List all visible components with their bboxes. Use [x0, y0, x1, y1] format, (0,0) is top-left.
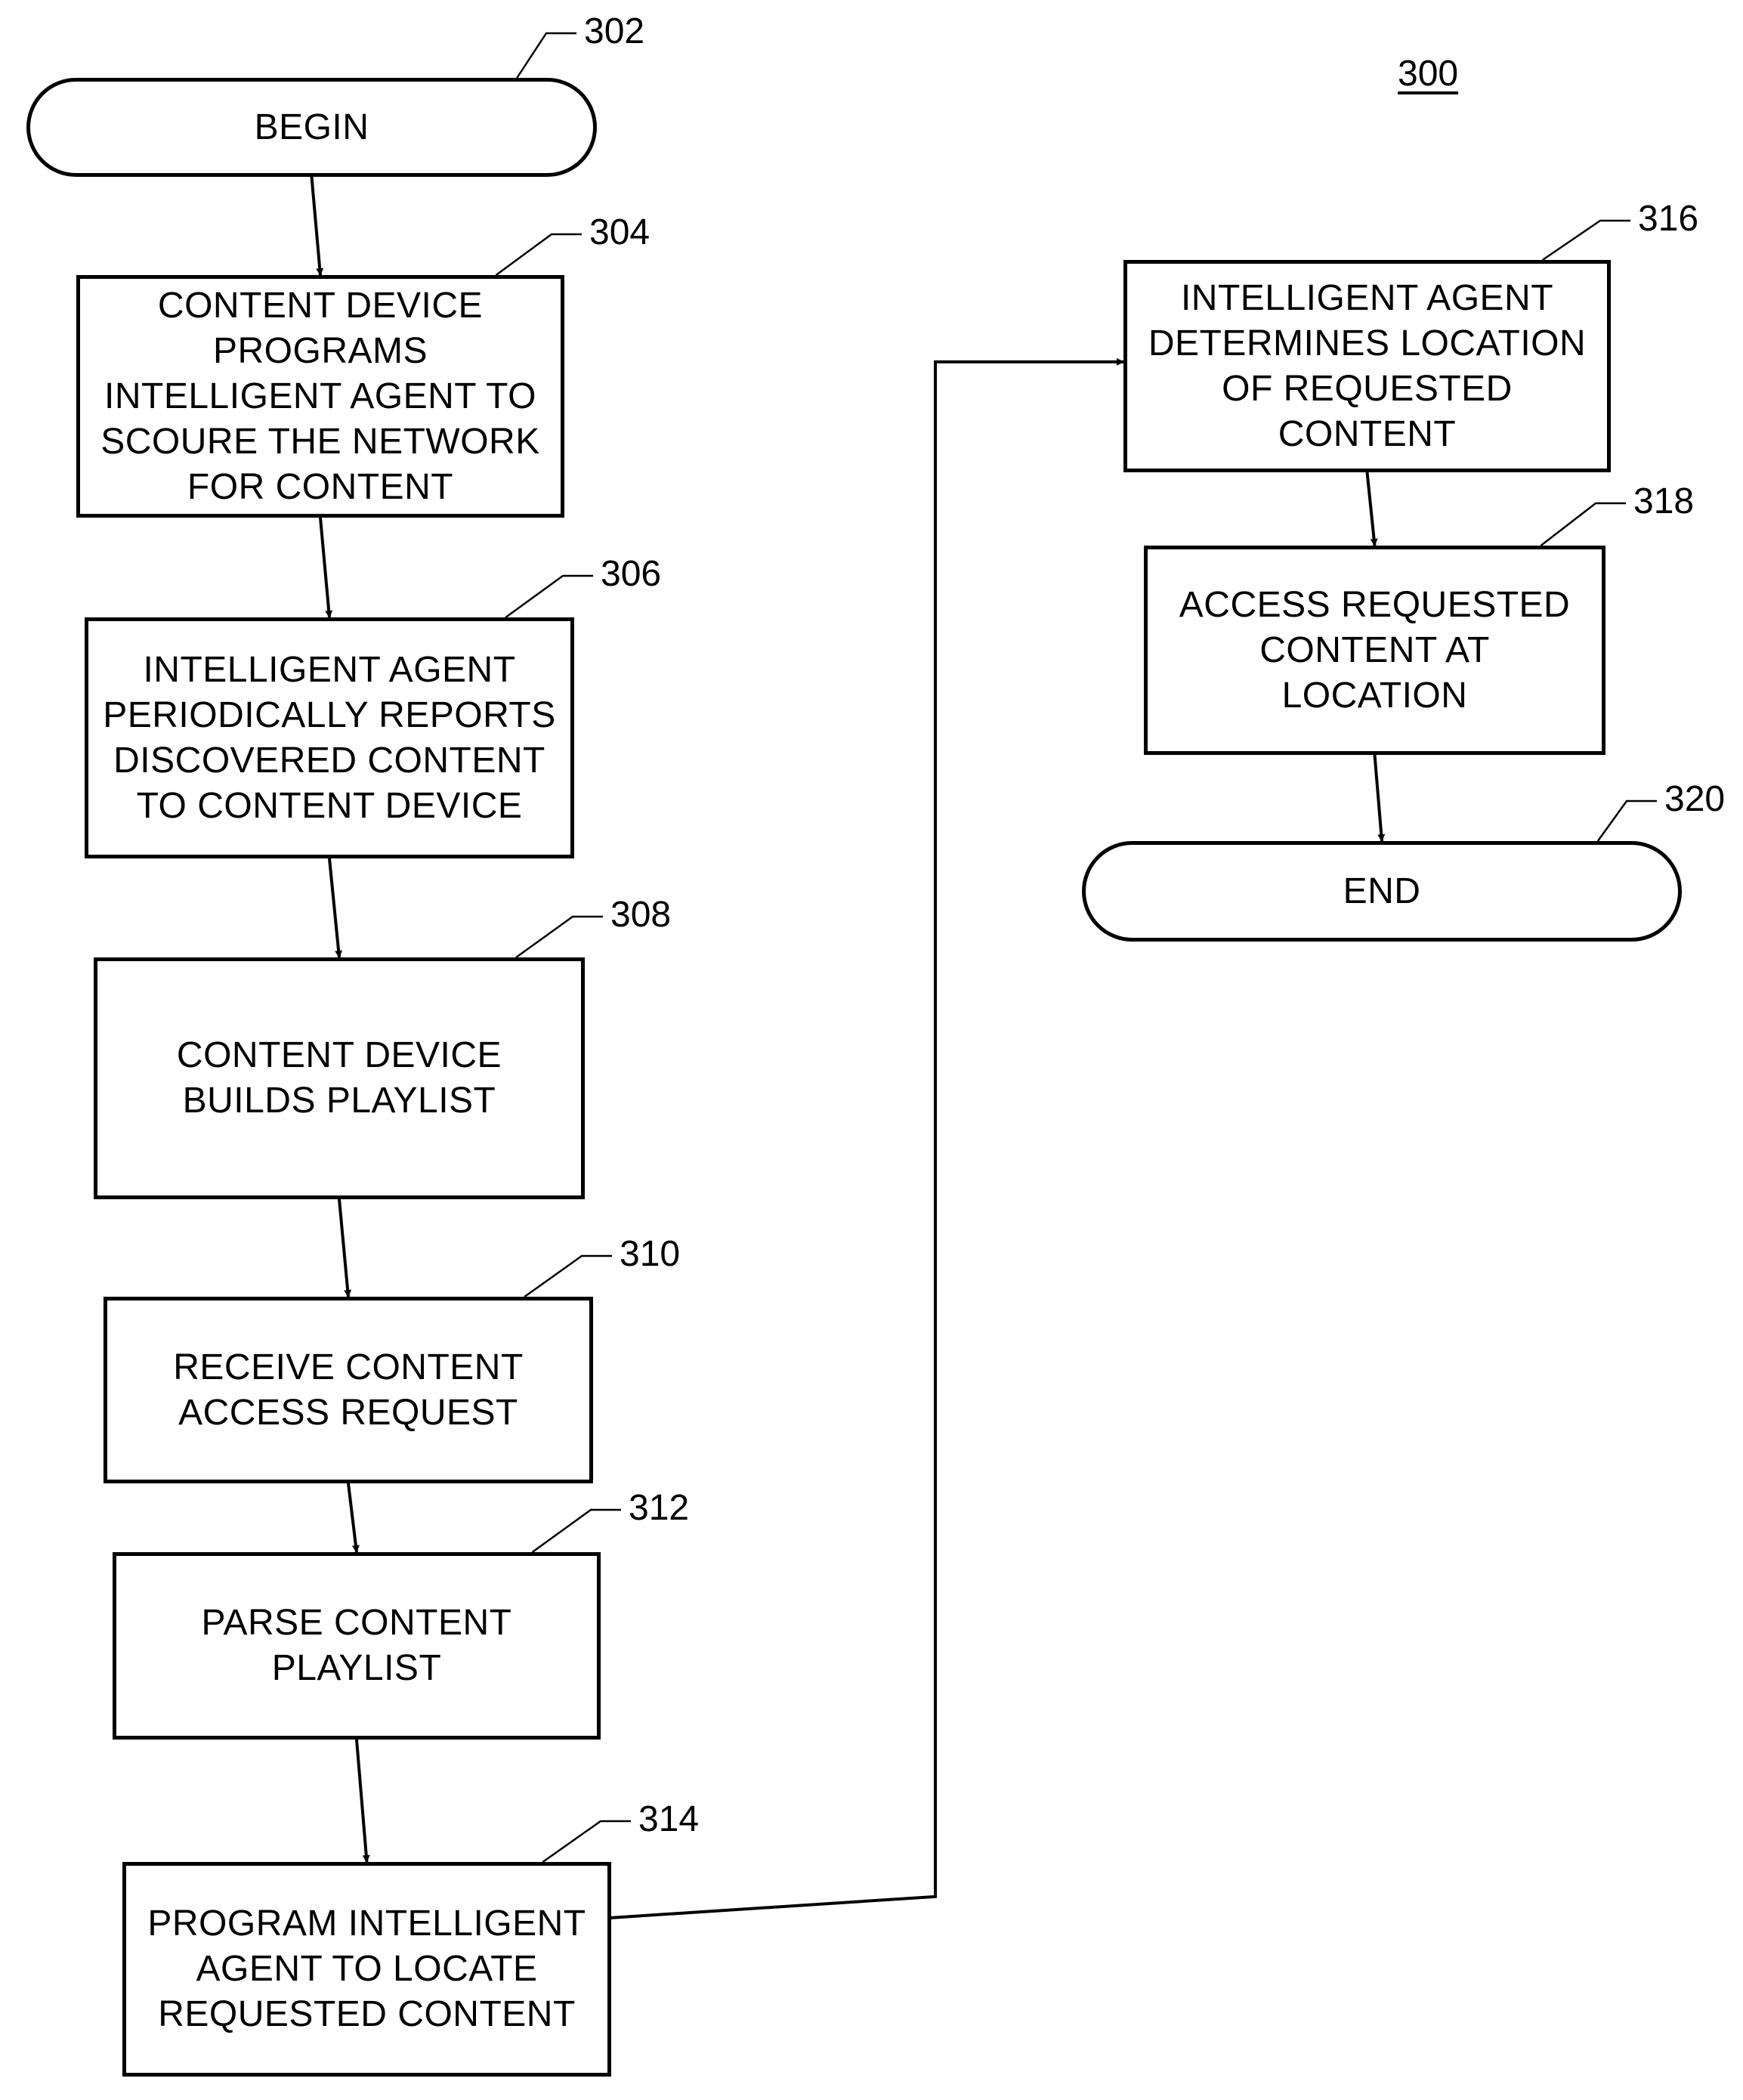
leader-line-304 — [495, 233, 582, 277]
arrow-318-to-320 — [1373, 754, 1386, 842]
node-label: INTELLIGENT AGENT DETERMINES LOCATION OF… — [1148, 277, 1587, 454]
ref-label-310: 310 — [620, 1234, 681, 1274]
arrow-308-to-310 — [338, 1198, 352, 1297]
leader-line-306 — [505, 574, 593, 619]
arrow-316-to-318 — [1365, 472, 1378, 546]
node-label: END — [1343, 871, 1421, 911]
arrow-312-to-314 — [355, 1739, 370, 1863]
node-label: BEGIN — [254, 107, 369, 147]
leader-line-318 — [1540, 502, 1626, 546]
figure-number: 300 — [1398, 54, 1459, 94]
step-parse-playlist-box: PARSE CONTENT PLAYLIST — [113, 1552, 601, 1740]
ref-label-318: 318 — [1633, 481, 1695, 521]
end-terminal: END — [1082, 841, 1682, 942]
leader-line-302 — [516, 32, 576, 79]
begin-terminal: BEGIN — [26, 78, 597, 177]
ref-label-308: 308 — [610, 895, 672, 935]
leader-line-316 — [1541, 219, 1630, 261]
node-label: CONTENT DEVICE PROGRAMS INTELLIGENT AGEN… — [100, 285, 540, 507]
arrow-304-to-306 — [319, 517, 333, 618]
ref-label-312: 312 — [629, 1488, 690, 1528]
step-program-agent-box: CONTENT DEVICE PROGRAMS INTELLIGENT AGEN… — [76, 275, 564, 518]
node-label: PARSE CONTENT PLAYLIST — [201, 1603, 512, 1688]
node-label: CONTENT DEVICE BUILDS PLAYLIST — [176, 1035, 502, 1121]
node-label: ACCESS REQUESTED CONTENT AT LOCATION — [1179, 584, 1571, 716]
step-receive-request-box: RECEIVE CONTENT ACCESS REQUEST — [104, 1297, 593, 1483]
leader-line-310 — [524, 1254, 612, 1298]
arrow-306-to-308 — [328, 858, 343, 958]
ref-label-320: 320 — [1664, 779, 1726, 819]
node-label: RECEIVE CONTENT ACCESS REQUEST — [173, 1347, 524, 1433]
step-access-content-box: ACCESS REQUESTED CONTENT AT LOCATION — [1144, 546, 1605, 755]
arrow-310-to-312 — [347, 1483, 360, 1553]
ref-label-316: 316 — [1638, 199, 1699, 239]
leader-line-312 — [531, 1508, 621, 1554]
arrow-314-to-316 — [610, 357, 1124, 1919]
ref-label-304: 304 — [589, 212, 651, 252]
ref-label-306: 306 — [601, 554, 662, 594]
leader-line-314 — [542, 1820, 631, 1863]
node-label: INTELLIGENT AGENT PERIODICALLY REPORTS D… — [103, 649, 556, 826]
ref-label-302: 302 — [584, 11, 645, 51]
step-determine-location-box: INTELLIGENT AGENT DETERMINES LOCATION OF… — [1123, 260, 1611, 472]
step-agent-reports-box: INTELLIGENT AGENT PERIODICALLY REPORTS D… — [85, 617, 574, 858]
arrow-302-to-304 — [310, 176, 324, 276]
leader-line-320 — [1596, 799, 1657, 842]
node-label: PROGRAM INTELLIGENT AGENT TO LOCATE REQU… — [147, 1904, 586, 2034]
ref-label-314: 314 — [638, 1799, 700, 1839]
step-build-playlist-box: CONTENT DEVICE BUILDS PLAYLIST — [94, 957, 585, 1199]
leader-line-308 — [515, 915, 603, 959]
step-program-locate-box: PROGRAM INTELLIGENT AGENT TO LOCATE REQU… — [122, 1862, 611, 2077]
